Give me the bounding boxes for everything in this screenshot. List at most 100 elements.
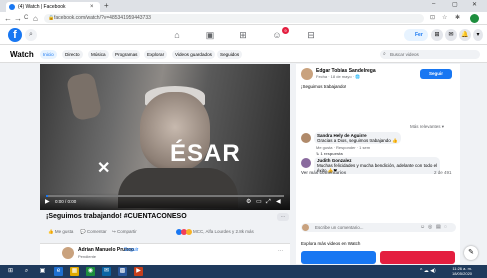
taskbar-search-icon[interactable]: ⌕: [22, 267, 31, 276]
explore-heading: Explora más videos en Watch: [301, 241, 361, 246]
avatar: [302, 224, 309, 231]
back-button[interactable]: ←: [4, 13, 12, 24]
tab-inicio[interactable]: Inicio: [40, 50, 57, 59]
close-icon: ✕: [97, 160, 111, 177]
marketplace-nav-icon[interactable]: ⊞: [232, 28, 254, 42]
care-reaction-icon: [186, 229, 192, 235]
close-tab-icon[interactable]: ×: [90, 2, 94, 12]
next-post-meta: Pendiente: [78, 254, 97, 259]
edge-icon[interactable]: e: [54, 267, 63, 276]
gaming-nav-icon[interactable]: ⊟: [300, 28, 322, 42]
settings-gear-icon[interactable]: ⚙: [246, 198, 251, 206]
tab-videos-guardados[interactable]: Videos guardados: [172, 50, 215, 59]
url-input[interactable]: facebook.com/watch/?v=485341959443733: [44, 14, 424, 23]
system-tray[interactable]: ^ ☁ ◀): [420, 268, 436, 274]
browser-tab[interactable]: (4) Watch | Facebook: [6, 2, 100, 12]
search-icon[interactable]: ⌕: [25, 29, 37, 41]
video-title: ¡Seguimos trabajando! #CUENTACONESO: [46, 213, 187, 220]
play-icon[interactable]: ▶: [45, 199, 50, 205]
comment-sort-dropdown[interactable]: Más relevantes ▾: [410, 124, 444, 130]
messenger-icon[interactable]: ✉: [445, 29, 457, 41]
tab-explorar[interactable]: Explorar: [144, 50, 168, 59]
notifications-bell-icon[interactable]: 🔔: [459, 29, 471, 41]
star-icon[interactable]: ☆: [442, 14, 447, 21]
share-label: Compartir: [117, 229, 137, 234]
forward-button[interactable]: →: [14, 13, 22, 24]
tab-seguidos[interactable]: Seguidos: [217, 50, 243, 59]
fullscreen-icon[interactable]: ⤢: [266, 198, 271, 206]
chrome-icon[interactable]: ◉: [86, 267, 95, 276]
media-player-icon[interactable]: ▶: [134, 267, 143, 276]
sticker-icon[interactable]: ◌: [444, 224, 447, 231]
watch-nav-icon[interactable]: ▣: [199, 28, 221, 42]
avatar[interactable]: [62, 247, 74, 259]
windows-start-icon[interactable]: ⊞: [6, 267, 15, 276]
like-label: Me gusta: [54, 229, 74, 234]
share-button[interactable]: ↪ Compartir: [112, 229, 137, 235]
comment-actions[interactable]: Me gusta · Responder · 1 sem: [316, 145, 370, 150]
view-replies-link[interactable]: ↳ 1 respuesta: [316, 151, 343, 156]
comment-icon: 💬: [80, 229, 87, 234]
home-button[interactable]: ⌂: [33, 13, 38, 24]
video-time: 0:00 / 0:00: [55, 199, 77, 204]
tab-directo[interactable]: Directo: [62, 50, 83, 59]
task-view-icon[interactable]: ▣: [38, 267, 47, 276]
mail-icon[interactable]: ✉: [102, 267, 111, 276]
comment-input[interactable]: Escribe un comentario...: [301, 223, 456, 232]
reactions-summary[interactable]: MCC, Alfa Lourdes y 2.8k más: [193, 229, 254, 235]
avatar[interactable]: [301, 68, 313, 80]
search-icon: ⌕: [383, 51, 386, 57]
tab-programas[interactable]: Programas: [112, 50, 141, 59]
camera-icon[interactable]: ◎: [428, 224, 432, 231]
minimize-button[interactable]: –: [432, 1, 435, 7]
clock-date: 18/05/2020: [452, 271, 473, 276]
account-menu-icon[interactable]: ▾: [473, 29, 483, 41]
close-window-button[interactable]: ✕: [472, 1, 477, 8]
tab-musica[interactable]: Música: [88, 50, 109, 59]
file-explorer-icon[interactable]: ▦: [70, 267, 79, 276]
video-progress-fill: [46, 195, 49, 197]
like-button[interactable]: 👍 Me gusta: [48, 229, 73, 235]
video-search-input[interactable]: Buscar videos: [380, 50, 480, 59]
page-title: Watch: [10, 50, 34, 59]
like-icon: 👍: [48, 229, 55, 234]
avatar[interactable]: [301, 133, 311, 143]
clock[interactable]: 11:26 a. m. 18/05/2020: [452, 266, 472, 276]
follow-button[interactable]: Seguir: [420, 69, 452, 79]
profile-shortcut[interactable]: Fer: [404, 29, 428, 41]
lock-icon[interactable]: 🔒: [48, 15, 54, 21]
comment-label: Comentar: [86, 229, 107, 234]
volume-icon[interactable]: ◀: [276, 198, 281, 206]
follow-link[interactable]: Seguir: [124, 247, 138, 253]
home-nav-icon[interactable]: ⌂: [166, 28, 188, 42]
view-more-comments-link[interactable]: Ver más comentarios: [301, 170, 346, 176]
pip-icon[interactable]: ▭: [256, 198, 262, 206]
menu-grid-icon[interactable]: ⊞: [431, 29, 443, 41]
translate-icon[interactable]: ⊡: [430, 14, 435, 21]
post-text: ¡Seguimos trabajando!: [301, 84, 347, 89]
maximize-button[interactable]: ▢: [452, 1, 458, 8]
suggested-video-thumbnail[interactable]: [301, 251, 376, 264]
comment-button[interactable]: 💬 Comentar: [80, 229, 107, 235]
facebook-favicon-icon: [9, 4, 15, 10]
new-tab-button[interactable]: +: [104, 1, 109, 10]
more-options-button[interactable]: ···: [278, 248, 283, 254]
more-options-button[interactable]: ···: [277, 213, 289, 221]
gif-icon[interactable]: ▤: [436, 224, 441, 231]
facebook-logo[interactable]: f: [8, 28, 22, 42]
notification-badge: 9: [282, 27, 289, 34]
emoji-icon[interactable]: ☺: [420, 224, 425, 231]
suggested-video-thumbnail[interactable]: [380, 251, 455, 264]
new-message-icon[interactable]: ✎: [464, 246, 478, 260]
profile-avatar[interactable]: [470, 14, 479, 23]
comment-text: Gracias a Dios, seguimos trabajando 👍: [317, 138, 398, 143]
comment-count: 2 de 491: [434, 170, 452, 175]
post-meta: Fecha · 18 de mayo · 🌐: [316, 74, 361, 79]
video-overlay-text: ÉSAR: [170, 140, 241, 167]
reload-button[interactable]: C: [24, 13, 28, 24]
comment-bubble: Sandra Hely de Aguirre Gracias a Dios, s…: [314, 132, 401, 144]
extensions-icon[interactable]: ✱: [455, 14, 460, 21]
avatar[interactable]: [301, 158, 311, 168]
word-icon[interactable]: ▩: [118, 267, 127, 276]
video-progress-track[interactable]: [46, 195, 284, 197]
